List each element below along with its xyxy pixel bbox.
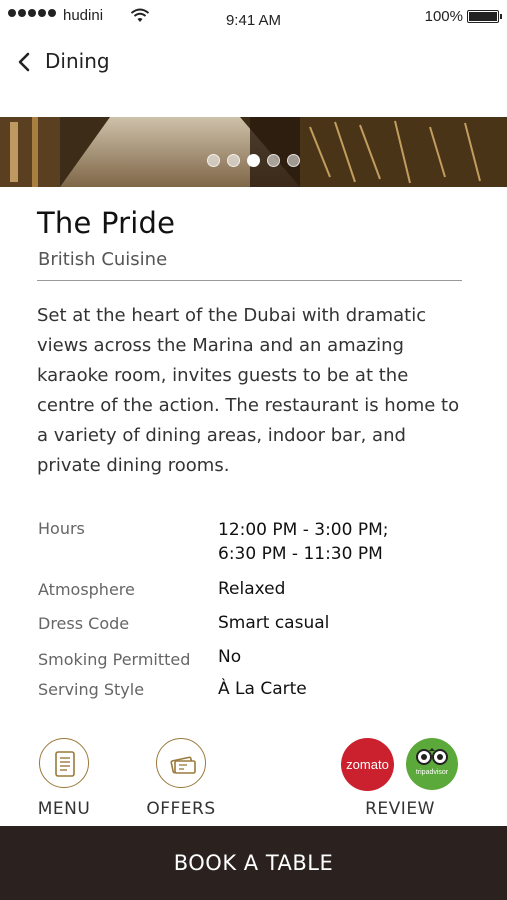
detail-value: À La Carte [218, 679, 307, 699]
detail-label: Atmosphere [38, 580, 135, 599]
back-button[interactable]: Dining [45, 49, 110, 73]
carousel-dot[interactable] [207, 154, 220, 167]
venue-cuisine: British Cuisine [38, 249, 168, 270]
status-bar: hudini 9:41 AM 100% [0, 0, 507, 36]
book-table-label[interactable]: BOOK A TABLE [0, 851, 507, 875]
tripadvisor-wordmark: tripadvisor [416, 769, 449, 776]
menu-button[interactable] [39, 738, 89, 788]
chevron-left-icon[interactable] [14, 51, 36, 73]
battery-percentage: 100% [424, 8, 463, 25]
book-table-button[interactable]: BOOK A TABLE [0, 826, 507, 900]
detail-label: Smoking Permitted [38, 650, 191, 669]
carousel-dot[interactable] [267, 154, 280, 167]
venue-description: Set at the heart of the Dubai with drama… [37, 305, 460, 476]
carousel-dot-active[interactable] [247, 154, 260, 167]
hero-image-carousel[interactable] [0, 117, 507, 187]
review-label[interactable]: REVIEW [355, 799, 445, 819]
carousel-dot[interactable] [227, 154, 240, 167]
carousel-pagination[interactable] [207, 154, 300, 167]
tripadvisor-logo[interactable]: tripadvisor [406, 738, 458, 790]
ticket-icon [170, 756, 196, 774]
battery-icon [467, 10, 502, 23]
detail-value: No [218, 647, 242, 667]
navigation-bar: Dining [0, 40, 507, 84]
menu-label[interactable]: MENU [24, 799, 104, 819]
detail-value: 12:00 PM - 3:00 PM; [218, 520, 389, 540]
venue-actions: MENU OFFERS zomato tripadvisor REVIEW [0, 738, 507, 820]
detail-label: Serving Style [38, 680, 145, 699]
detail-label: Dress Code [38, 614, 130, 633]
menu-document-icon [55, 751, 75, 777]
venue-name: The Pride [37, 206, 176, 240]
detail-value: 6:30 PM - 11:30 PM [218, 544, 383, 564]
divider [37, 280, 462, 281]
detail-value: Smart casual [218, 613, 330, 633]
offers-label[interactable]: OFFERS [140, 799, 222, 819]
detail-value: Relaxed [218, 579, 286, 599]
tripadvisor-owl-icon: tripadvisor [416, 748, 449, 776]
zomato-logo[interactable]: zomato [341, 738, 394, 791]
offers-button[interactable] [156, 738, 206, 788]
restaurant-photo [0, 117, 507, 187]
carousel-dot[interactable] [287, 154, 300, 167]
detail-label: Hours [38, 519, 85, 538]
